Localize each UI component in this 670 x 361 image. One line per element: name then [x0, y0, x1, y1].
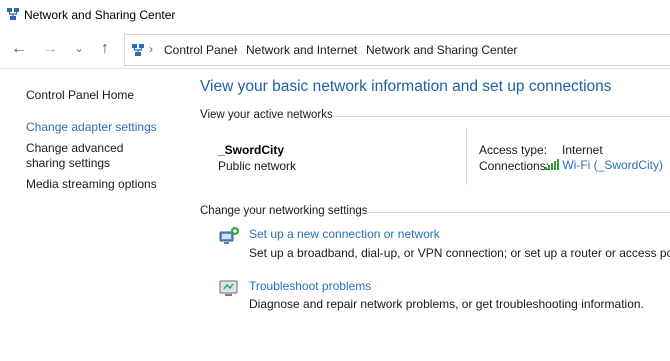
- back-arrow-icon[interactable]: ←: [9, 39, 29, 59]
- up-arrow-icon[interactable]: ↑: [95, 39, 115, 59]
- troubleshoot-problems-description: Diagnose and repair network problems, or…: [249, 297, 644, 311]
- recent-dropdown-icon[interactable]: ⌄: [69, 39, 89, 59]
- sidebar-item-control-panel-home[interactable]: Control Panel Home: [26, 88, 134, 103]
- window-title: Network and Sharing Center: [24, 8, 176, 22]
- wifi-signal-icon: [545, 159, 559, 170]
- breadcrumb-separator: ›: [353, 42, 357, 56]
- navigation-bar: ← → ⌄ ↑ › Control Panel › Network and In…: [0, 30, 670, 69]
- network-center-icon: [132, 44, 144, 56]
- sidebar-item-change-adapter-settings[interactable]: Change adapter settings: [26, 120, 157, 135]
- sidebar: Control Panel Home Change adapter settin…: [0, 69, 186, 361]
- breadcrumb-control-panel[interactable]: Control Panel: [164, 43, 237, 57]
- title-bar: Network and Sharing Center: [0, 0, 670, 30]
- sidebar-item-media-streaming[interactable]: Media streaming options: [26, 177, 157, 192]
- access-type-value: Internet: [562, 143, 603, 157]
- breadcrumb-separator: ›: [234, 42, 238, 56]
- setup-new-connection-description: Set up a broadband, dial-up, or VPN conn…: [249, 246, 670, 260]
- troubleshoot-icon: [219, 280, 238, 296]
- setup-new-connection-link[interactable]: Set up a new connection or network: [249, 227, 440, 241]
- access-type-label: Access type:: [479, 143, 548, 157]
- network-type[interactable]: Public network: [218, 159, 296, 173]
- breadcrumb-network-and-sharing-center[interactable]: Network and Sharing Center: [366, 43, 517, 57]
- connections-value[interactable]: Wi-Fi (_SwordCity): [562, 158, 663, 172]
- section-divider: [362, 212, 670, 213]
- active-networks-label: View your active networks: [200, 109, 333, 121]
- new-connection-icon: [219, 227, 239, 244]
- network-name: _SwordCity: [218, 143, 285, 157]
- section-divider: [332, 116, 670, 117]
- sidebar-item-change-advanced-sharing[interactable]: Change advanced sharing settings: [26, 141, 166, 171]
- network-divider: [466, 128, 467, 185]
- page-title: View your basic network information and …: [200, 78, 612, 95]
- connections-link[interactable]: Wi-Fi (_SwordCity): [545, 158, 663, 172]
- connections-label: Connections:: [479, 159, 550, 173]
- address-bar[interactable]: › Control Panel › Network and Internet ›…: [124, 34, 670, 66]
- change-settings-label: Change your networking settings: [200, 205, 368, 217]
- breadcrumb-separator: ›: [149, 42, 153, 56]
- forward-arrow-icon[interactable]: →: [40, 39, 60, 59]
- breadcrumb-network-and-internet[interactable]: Network and Internet: [246, 43, 357, 57]
- network-center-icon: [7, 8, 19, 20]
- troubleshoot-problems-link[interactable]: Troubleshoot problems: [249, 279, 371, 293]
